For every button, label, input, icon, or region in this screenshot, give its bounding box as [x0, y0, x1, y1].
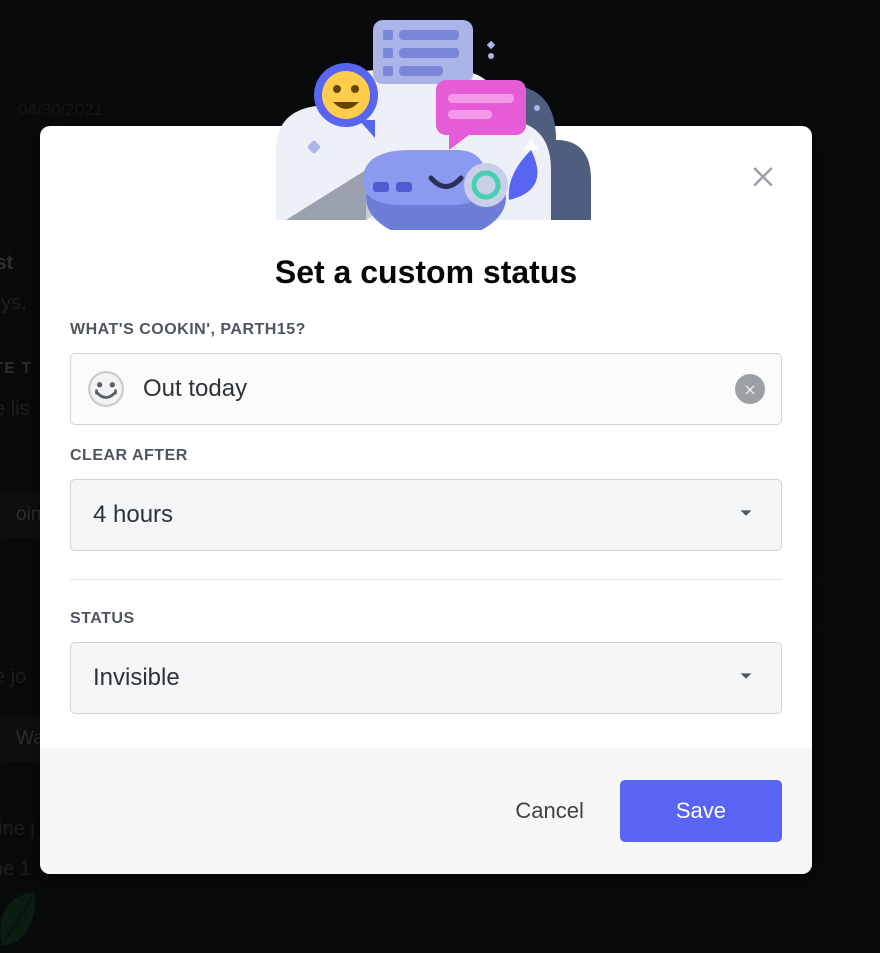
status-text-input[interactable]	[143, 375, 735, 403]
custom-status-modal: Set a custom status WHAT'S COOKIN', PART…	[40, 126, 812, 874]
presence-status-select[interactable]: Invisible	[70, 642, 782, 714]
clear-after-value: 4 hours	[93, 501, 173, 529]
clear-after-group: CLEAR AFTER 4 hours	[70, 447, 782, 551]
clear-status-button[interactable]	[735, 374, 765, 404]
presence-status-value: Invisible	[93, 664, 180, 692]
emoji-picker-button[interactable]	[87, 370, 125, 408]
modal-body: Set a custom status WHAT'S COOKIN', PART…	[40, 126, 812, 714]
save-button[interactable]: Save	[620, 780, 782, 842]
clear-icon	[743, 382, 757, 396]
close-icon	[748, 160, 778, 190]
section-divider	[70, 579, 782, 580]
close-button[interactable]	[748, 160, 778, 190]
modal-title: Set a custom status	[70, 254, 782, 291]
cancel-button[interactable]: Cancel	[507, 788, 591, 834]
clear-after-label: CLEAR AFTER	[70, 447, 782, 465]
modal-footer: Cancel Save	[40, 748, 812, 874]
presence-status-group: STATUS Invisible	[70, 610, 782, 714]
status-input-wrap	[70, 353, 782, 425]
chevron-down-icon	[733, 500, 759, 531]
presence-status-label: STATUS	[70, 610, 782, 628]
clear-after-select[interactable]: 4 hours	[70, 479, 782, 551]
smiley-icon	[87, 370, 125, 408]
chevron-down-icon	[733, 663, 759, 694]
status-prompt-label: WHAT'S COOKIN', PARTH15?	[70, 321, 782, 339]
status-text-group: WHAT'S COOKIN', PARTH15?	[70, 321, 782, 425]
